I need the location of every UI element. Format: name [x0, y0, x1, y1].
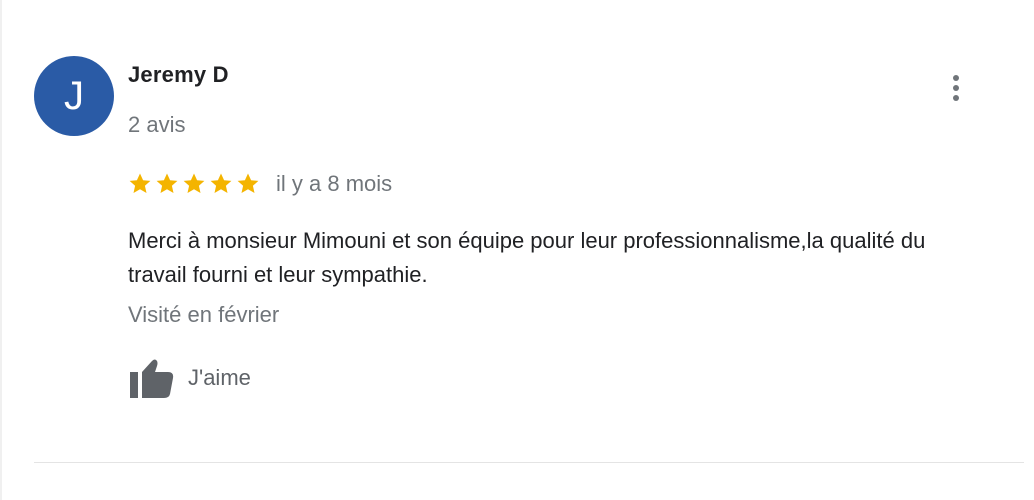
review-text: Merci à monsieur Mimouni et son équipe p…	[128, 228, 926, 287]
divider	[34, 462, 1024, 463]
star-icon	[210, 173, 232, 193]
more-vert-icon	[953, 75, 959, 81]
star-icon	[129, 173, 151, 193]
avatar-initial: J	[64, 74, 84, 118]
more-vert-icon-dot	[953, 85, 959, 91]
review-count: 2 avis	[128, 112, 186, 137]
avatar[interactable]: J	[34, 56, 114, 136]
star-rating	[128, 172, 260, 196]
like-button[interactable]: J'aime	[128, 356, 251, 400]
star-icon	[156, 173, 178, 193]
more-vert-icon-dot	[953, 95, 959, 101]
author-name[interactable]: Jeremy D	[128, 62, 229, 88]
visited-date: Visité en février	[128, 302, 280, 327]
more-options-button[interactable]	[940, 70, 972, 106]
review-card: J Jeremy D 2 avis il y a 8 mois Merci à …	[0, 0, 1034, 500]
review-time: il y a 8 mois	[276, 171, 393, 196]
rating-row: il y a 8 mois	[128, 170, 392, 198]
thumb-up-icon	[130, 359, 174, 398]
star-icon	[183, 173, 205, 193]
star-icon	[237, 173, 259, 193]
like-label: J'aime	[188, 365, 251, 390]
